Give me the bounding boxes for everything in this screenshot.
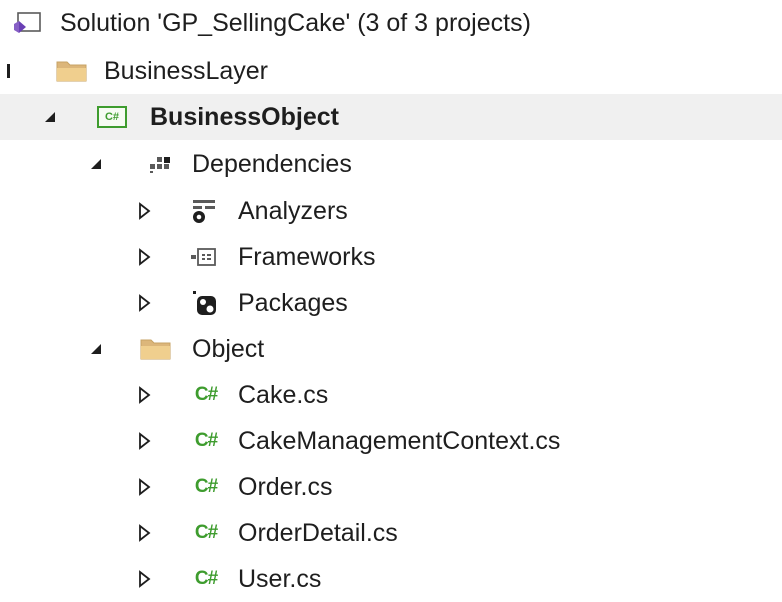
tree-item-label: Object (192, 334, 265, 363)
tree-item-file[interactable]: C# Order.cs (0, 464, 782, 510)
tree-item-label: Order.cs (238, 472, 333, 501)
dependencies-icon (140, 141, 180, 187)
csharp-project-icon: C# (92, 94, 132, 140)
solution-label: Solution 'GP_SellingCake' (3 of 3 projec… (60, 8, 531, 37)
tree-item-label: CakeManagementContext.cs (238, 426, 561, 455)
collapsed-arrow-icon[interactable] (134, 280, 154, 326)
analyzers-icon (184, 188, 224, 234)
tree-item-label: Cake.cs (238, 380, 329, 409)
tree-item-label: BusinessObject (150, 102, 339, 131)
folder-icon (52, 48, 92, 94)
tree-item-label: OrderDetail.cs (238, 518, 398, 547)
tree-item-frameworks[interactable]: Frameworks (0, 234, 782, 280)
expanded-arrow-icon[interactable] (40, 94, 60, 140)
tree-item-analyzers[interactable]: Analyzers (0, 188, 782, 234)
tree-item-businessobject[interactable]: C# BusinessObject (0, 94, 782, 140)
collapsed-arrow-icon[interactable] (134, 372, 154, 418)
solution-explorer-tree: Solution 'GP_SellingCake' (3 of 3 projec… (0, 0, 782, 593)
tree-item-dependencies[interactable]: Dependencies (0, 141, 782, 187)
tree-item-label: Packages (238, 288, 348, 317)
tree-item-label: User.cs (238, 564, 322, 593)
tree-item-label: Frameworks (238, 242, 376, 271)
csharp-file-icon: C# (194, 384, 218, 405)
expanded-arrow-icon[interactable] (86, 326, 106, 372)
tree-item-file[interactable]: C# CakeManagementContext.cs (0, 418, 782, 464)
csharp-file-icon: C# (194, 522, 218, 543)
collapsed-arrow-icon[interactable] (134, 556, 154, 602)
collapsed-arrow-icon[interactable] (134, 188, 154, 234)
tree-item-object-folder[interactable]: Object (0, 326, 782, 372)
tree-item-label: Analyzers (238, 196, 348, 225)
csharp-file-icon: C# (194, 476, 218, 497)
tree-item-file[interactable]: C# User.cs (0, 556, 782, 602)
frameworks-icon (184, 234, 224, 280)
collapsed-arrow-icon[interactable] (134, 418, 154, 464)
vs-solution-icon (10, 0, 44, 46)
tree-item-packages[interactable]: Packages (0, 280, 782, 326)
csharp-file-icon: C# (194, 430, 218, 451)
tree-item-label: BusinessLayer (104, 56, 268, 85)
folder-icon (136, 326, 176, 372)
expanded-arrow-icon[interactable] (86, 141, 106, 187)
tree-item-label: Dependencies (192, 149, 352, 178)
packages-icon (184, 280, 224, 326)
tree-item-file[interactable]: C# Cake.cs (0, 372, 782, 418)
csharp-file-icon: C# (194, 568, 218, 589)
tree-item-file[interactable]: C# OrderDetail.cs (0, 510, 782, 556)
tree-item-businesslayer[interactable]: BusinessLayer (0, 48, 782, 94)
tree-item-solution[interactable]: Solution 'GP_SellingCake' (3 of 3 projec… (0, 0, 782, 46)
collapsed-arrow-icon[interactable] (134, 234, 154, 280)
collapsed-arrow-icon[interactable] (134, 464, 154, 510)
partial-expand-icon[interactable] (2, 48, 16, 94)
collapsed-arrow-icon[interactable] (134, 510, 154, 556)
